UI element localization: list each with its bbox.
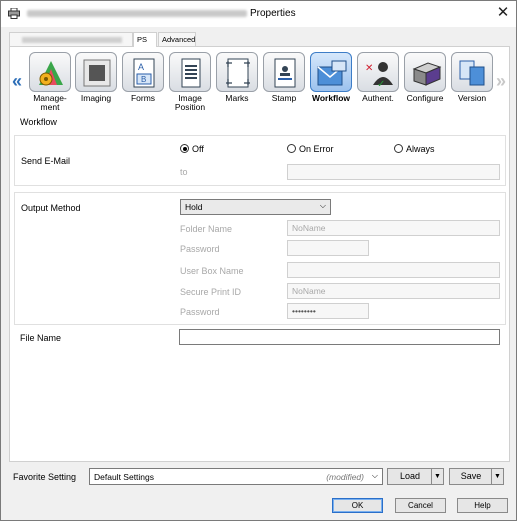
tab-advanced[interactable]: Advanced <box>158 32 196 46</box>
file-name-input[interactable] <box>179 329 500 345</box>
user-box-name-field <box>287 262 500 278</box>
load-button-label: Load <box>399 471 421 481</box>
chevron-down-icon: ⌵ <box>319 201 326 210</box>
toolbar-image-position[interactable]: Image Position <box>168 51 212 113</box>
secure-print-id-field: NoName <box>287 283 500 299</box>
toolbar-management[interactable]: Manage- ment <box>28 51 72 113</box>
toolbar-version[interactable]: Version <box>450 51 494 113</box>
printer-name-obscured <box>27 10 247 17</box>
password-label: Password <box>180 244 220 254</box>
load-dropdown-icon[interactable]: ▼ <box>431 469 443 484</box>
authentication-icon: ✕ ✓ <box>365 62 393 89</box>
load-button[interactable]: Load ▼ <box>387 468 444 485</box>
svg-text:B: B <box>141 75 146 84</box>
radio-icon <box>287 144 296 153</box>
imaging-icon <box>83 59 111 87</box>
version-icon <box>459 60 485 86</box>
title-bar: Properties ✕ <box>1 1 516 27</box>
management-icon <box>39 61 63 86</box>
output-method-value: Hold <box>185 202 203 212</box>
favorite-modified-text: (modified) <box>326 472 364 482</box>
radio-off-label: Off <box>192 144 204 154</box>
folder-name-label: Folder Name <box>180 224 233 234</box>
save-dropdown-icon[interactable]: ▼ <box>491 469 503 484</box>
user-box-name-label: User Box Name <box>180 266 244 276</box>
marks-icon <box>226 58 250 88</box>
radio-on-error-label: On Error <box>299 144 334 154</box>
toolbar-configure[interactable]: Configure <box>403 51 447 113</box>
printer-icon <box>8 8 20 19</box>
toolbar-forms[interactable]: A B Forms <box>121 51 165 113</box>
tab-ps[interactable]: PS <box>133 32 157 47</box>
window-title: Properties <box>250 8 296 19</box>
secure-print-id-label: Secure Print ID <box>180 287 242 297</box>
toolbar-label: Version <box>457 93 487 103</box>
forms-icon: A B <box>133 58 155 88</box>
secure-password-label: Password <box>180 307 220 317</box>
output-method-select[interactable]: Hold ⌵ <box>180 199 331 215</box>
favorite-setting-value: Default Settings <box>94 472 155 482</box>
save-button-label: Save <box>460 471 482 481</box>
scroll-left-icon[interactable]: « <box>12 71 22 92</box>
password-field <box>287 240 369 256</box>
configure-icon <box>412 62 442 86</box>
favorite-setting-row: Favorite Setting Default Settings (modif… <box>9 467 510 487</box>
radio-always[interactable]: Always <box>394 144 435 154</box>
radio-always-label: Always <box>406 144 435 154</box>
radio-selected-icon <box>180 144 189 153</box>
section-title: Workflow <box>20 117 57 127</box>
favorite-setting-label: Favorite Setting <box>13 472 77 482</box>
toolbar-workflow[interactable]: Workflow <box>309 51 353 113</box>
svg-text:✕: ✕ <box>365 63 373 74</box>
function-toolbar: « Manage- ment Imaging A B Forms Image P… <box>10 51 509 115</box>
stamp-icon <box>274 58 296 88</box>
tab-printer-obscured[interactable] <box>9 32 133 46</box>
output-method-label: Output Method <box>21 203 81 213</box>
secure-password-field: •••••••• <box>287 303 369 319</box>
image-position-icon <box>181 58 201 88</box>
send-email-group: Send E-Mail Off On Error Always to <box>14 135 506 186</box>
svg-text:✓: ✓ <box>377 79 385 89</box>
toolbar-imaging[interactable]: Imaging <box>74 51 118 113</box>
toolbar-authentication[interactable]: ✕ ✓ Authent. <box>356 51 400 113</box>
output-method-group: Output Method Hold ⌵ Folder Name NoName … <box>14 192 506 325</box>
scroll-right-icon[interactable]: » <box>496 71 506 92</box>
save-button[interactable]: Save ▼ <box>449 468 504 485</box>
toolbar-stamp[interactable]: Stamp <box>262 51 306 113</box>
email-to-field <box>287 164 500 180</box>
toolbar-marks[interactable]: Marks <box>215 51 259 113</box>
send-email-label: Send E-Mail <box>21 156 71 166</box>
file-name-label: File Name <box>20 333 62 343</box>
radio-off[interactable]: Off <box>180 144 204 154</box>
email-to-label: to <box>180 167 188 177</box>
tab-panel: « Manage- ment Imaging A B Forms Image P… <box>9 46 510 462</box>
workflow-icon <box>317 60 347 86</box>
folder-name-field: NoName <box>287 220 500 236</box>
ok-button[interactable]: OK <box>332 498 383 513</box>
chevron-down-icon: ⌵ <box>371 471 378 480</box>
close-icon[interactable]: ✕ <box>491 3 515 23</box>
radio-icon <box>394 144 403 153</box>
cancel-button[interactable]: Cancel <box>395 498 446 513</box>
radio-on-error[interactable]: On Error <box>287 144 334 154</box>
help-button[interactable]: Help <box>457 498 508 513</box>
svg-text:A: A <box>138 62 144 72</box>
favorite-setting-select[interactable]: Default Settings (modified) ⌵ <box>89 468 383 485</box>
properties-window: Properties ✕ PS Advanced « Manage- ment <box>0 0 517 521</box>
